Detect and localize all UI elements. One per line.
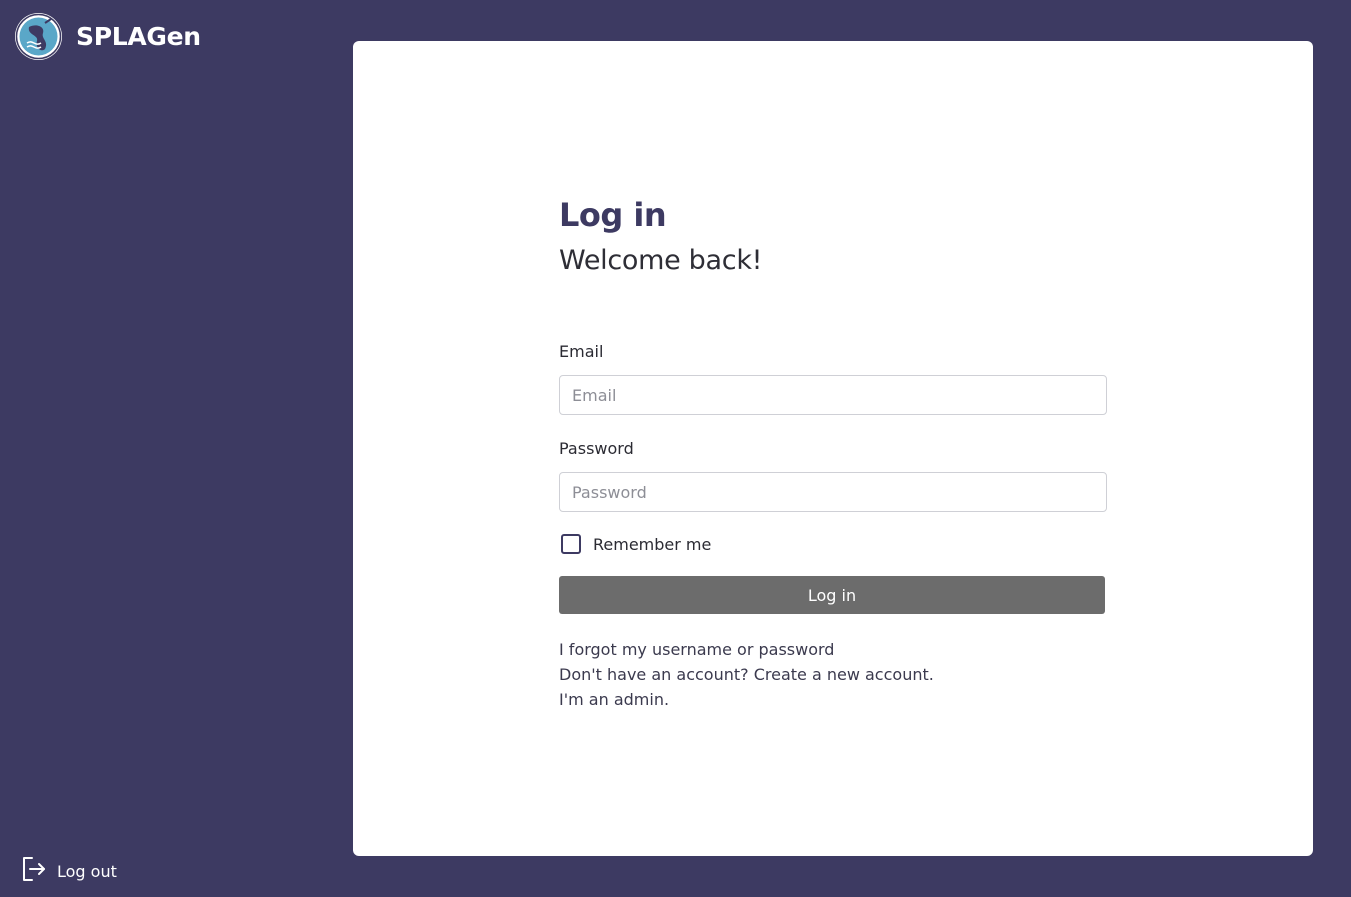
login-card: Log in Welcome back! Email Password Reme… (353, 41, 1313, 856)
email-field[interactable] (559, 375, 1107, 415)
login-links: I forgot my username or password Don't h… (559, 637, 1107, 712)
page-title: Log in (559, 196, 667, 234)
password-label: Password (559, 439, 634, 458)
brand-name: SPLAGen (76, 22, 201, 51)
login-form: Log in Welcome back! Email Password Reme… (559, 196, 1107, 712)
logout-label: Log out (57, 861, 117, 881)
admin-login-link[interactable]: I'm an admin. (559, 687, 1107, 712)
login-button[interactable]: Log in (559, 576, 1105, 614)
splagen-logo-icon (15, 13, 62, 60)
remember-me[interactable]: Remember me (559, 534, 1107, 554)
logout-icon (21, 856, 47, 886)
logout-button[interactable]: Log out (21, 856, 117, 886)
create-account-link[interactable]: Don't have an account? Create a new acco… (559, 662, 1107, 687)
page-subtitle: Welcome back! (559, 245, 763, 276)
remember-me-label: Remember me (593, 534, 712, 554)
forgot-password-link[interactable]: I forgot my username or password (559, 637, 1107, 662)
email-label: Email (559, 342, 604, 361)
password-field[interactable] (559, 472, 1107, 512)
brand[interactable]: SPLAGen (15, 13, 201, 60)
remember-me-checkbox[interactable] (561, 534, 581, 554)
app-root: SPLAGen Log out Log in Welcome back! Ema… (0, 0, 1351, 897)
